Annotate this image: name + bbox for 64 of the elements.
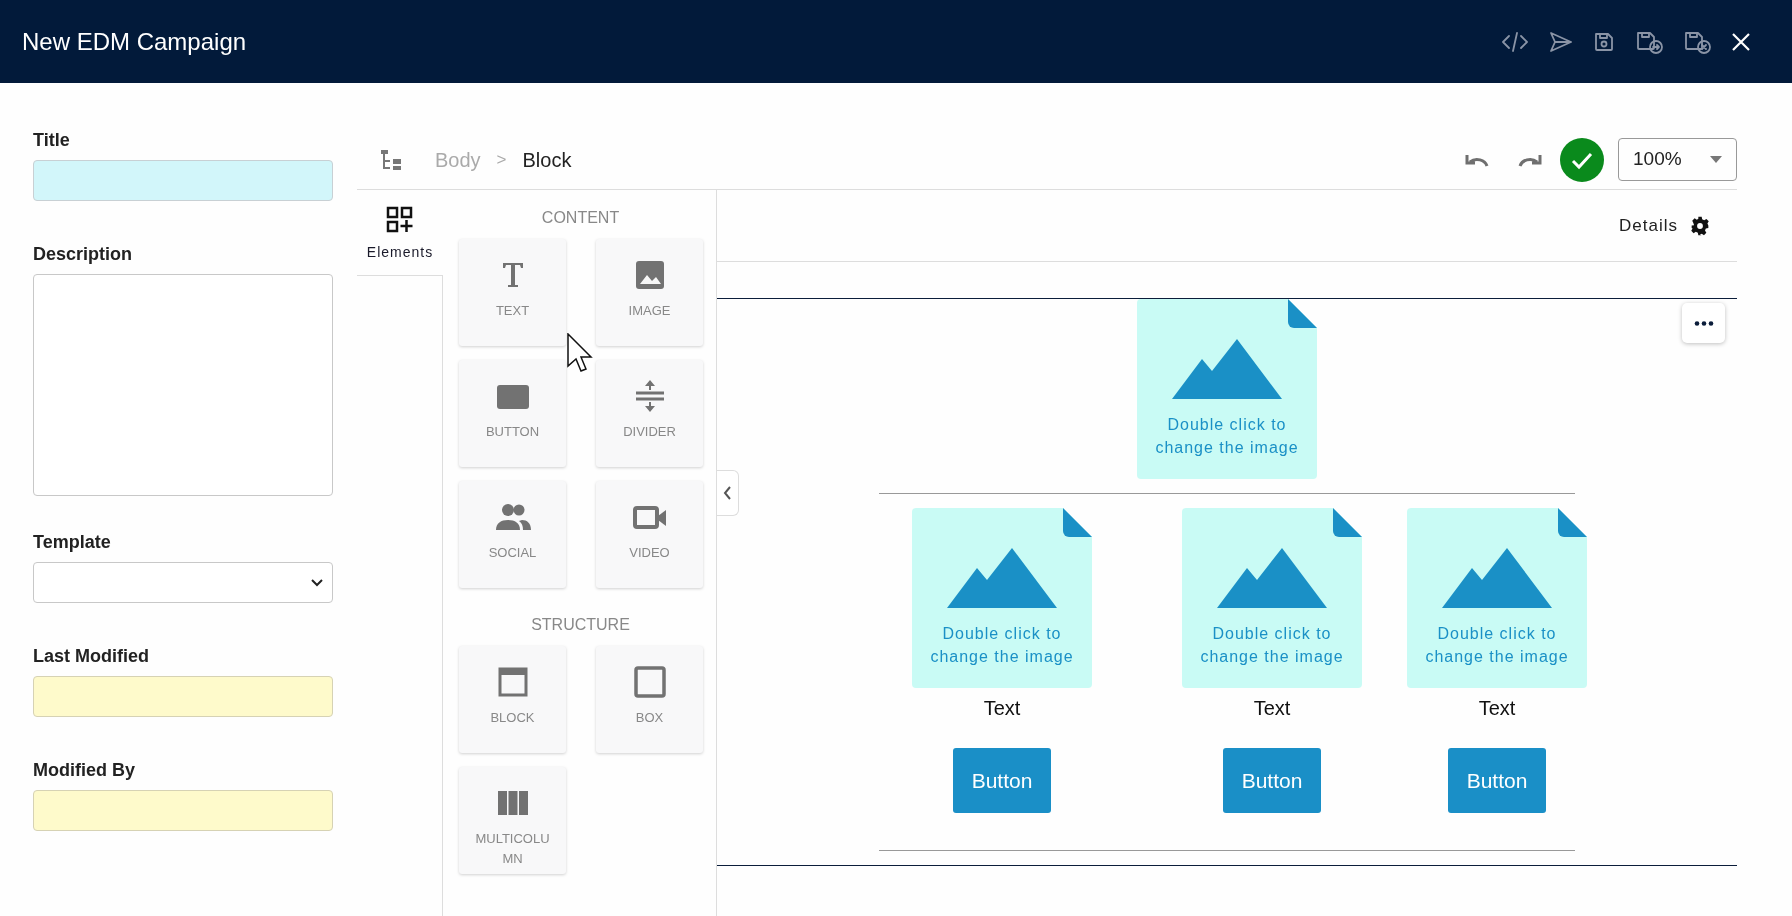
mountains-icon [947, 548, 1057, 608]
section-heading: CONTENT [540, 208, 621, 228]
column-text: Text [1478, 696, 1516, 720]
element-card[interactable]: BUTTON [459, 360, 566, 467]
breadcrumb-item[interactable]: Body [435, 144, 481, 175]
mountains-icon [1172, 339, 1282, 399]
send-icon[interactable] [1548, 29, 1574, 54]
more-options-button[interactable] [1682, 303, 1725, 343]
mountains-icon [1442, 548, 1552, 608]
grid-plus-icon [386, 206, 414, 234]
check-circle-icon[interactable] [1560, 137, 1604, 182]
element-card[interactable]: MULTICOLUMN [459, 767, 566, 874]
text-field[interactable] [33, 676, 333, 717]
details-label[interactable]: Details [1619, 212, 1678, 239]
description-field[interactable] [33, 274, 333, 496]
breadcrumb-item[interactable]: Block [522, 144, 572, 175]
element-card[interactable]: VIDEO [596, 481, 703, 588]
email-block[interactable]: Double click to change the image Double click to change the image Text Button Double click to change the image Text Button Double click to change the image Text Button [717, 298, 1737, 866]
image-placeholder[interactable]: Double click to change the image [912, 508, 1092, 688]
image-placeholder[interactable]: Double click to change the image [1182, 508, 1362, 688]
field-label: Modified By [33, 759, 136, 781]
image-placeholder[interactable]: Double click to change the image [1407, 508, 1587, 688]
settings-icon[interactable] [1690, 215, 1710, 236]
folded-corner-icon [1288, 299, 1317, 328]
email-button[interactable]: Button [1223, 748, 1321, 813]
chevron-left-icon [723, 486, 732, 500]
text-field[interactable] [33, 160, 333, 201]
element-card[interactable]: TEXT [459, 239, 566, 346]
element-card[interactable]: BLOCK [459, 646, 566, 753]
field-label: Description [33, 243, 134, 265]
field-label: Title [33, 129, 71, 151]
mountains-icon [1217, 548, 1327, 608]
code-icon[interactable] [1500, 29, 1530, 54]
email-button[interactable]: Button [953, 748, 1051, 813]
column-text: Text [1253, 696, 1291, 720]
folded-corner-icon [1063, 508, 1092, 537]
email-button[interactable]: Button [1448, 748, 1546, 813]
breadcrumb-separator: > [496, 148, 507, 171]
image-caption: Double click to change the image [1154, 415, 1300, 458]
square-icon [631, 664, 668, 700]
field-label: Template [33, 531, 112, 553]
zoom-select[interactable]: 100% [1618, 138, 1737, 181]
image-caption: Double click to change the image [1424, 624, 1570, 667]
image-placeholder[interactable]: Double click to change the image [1137, 299, 1317, 479]
column-text: Text [983, 696, 1021, 720]
element-card[interactable]: SOCIAL [459, 481, 566, 588]
close-icon[interactable] [1730, 30, 1752, 53]
chevron-down-icon [310, 577, 324, 588]
section-heading: STRUCTURE [530, 615, 631, 635]
folded-corner-icon [1333, 508, 1362, 537]
element-card[interactable]: IMAGE [596, 239, 703, 346]
element-card[interactable]: BOX [596, 646, 703, 753]
collapse-panel-button[interactable] [717, 470, 739, 516]
window-title: New EDM Campaign [22, 26, 247, 57]
elements-tab[interactable]: Elements [357, 190, 443, 276]
folded-corner-icon [1558, 508, 1587, 537]
mouse-cursor-icon [567, 333, 593, 373]
image-caption: Double click to change the image [929, 624, 1075, 667]
caret-icon [1710, 156, 1722, 163]
more-icon [1693, 320, 1714, 326]
image-caption: Double click to change the image [1199, 624, 1345, 667]
field-label: Last Modified [33, 645, 150, 667]
text-field[interactable] [33, 790, 333, 831]
element-card[interactable]: DIVIDER [596, 360, 703, 467]
